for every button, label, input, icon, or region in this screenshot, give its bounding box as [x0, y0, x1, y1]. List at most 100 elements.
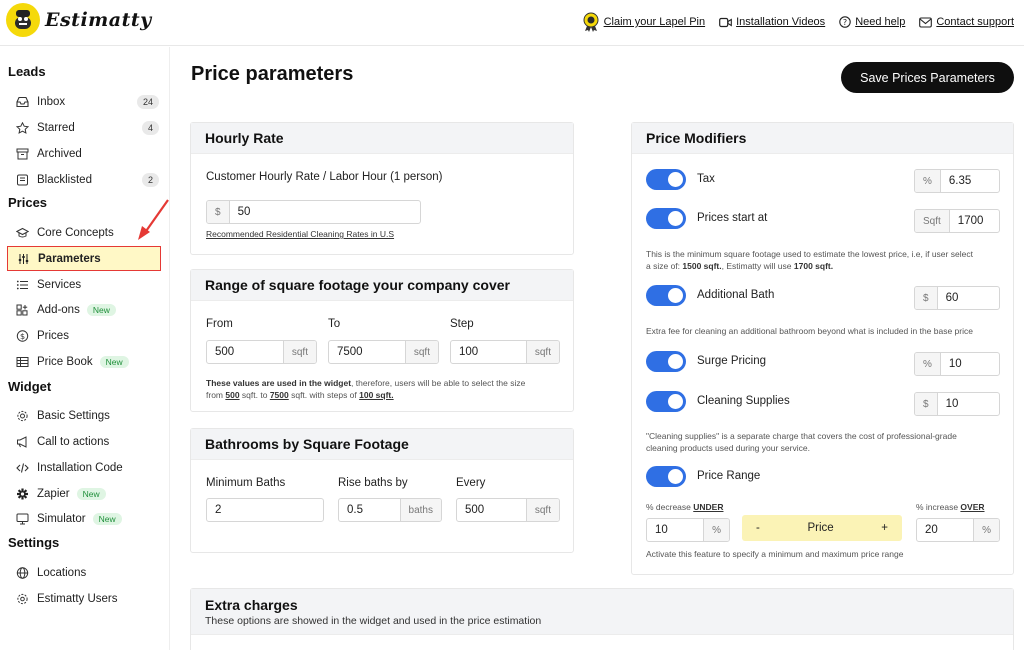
svg-text:$: $ [20, 332, 25, 341]
every-label: Every [456, 477, 486, 489]
currency-prefix: $ [207, 201, 230, 223]
blacklist-icon [17, 174, 28, 186]
price-decrease-button[interactable]: - [756, 522, 760, 534]
to-input[interactable]: 7500 sqft [328, 340, 439, 364]
price-increase-button[interactable]: + [881, 522, 888, 534]
sidebar-section-settings: Settings [8, 535, 60, 550]
step-label: Step [450, 318, 474, 330]
blacklisted-count-badge: 2 [141, 173, 159, 187]
contact-support-link[interactable]: Contact support [919, 16, 1014, 28]
sidebar-item-parameters[interactable]: Parameters [7, 246, 161, 271]
gear-icon [17, 410, 28, 422]
sidebar-section-widget: Widget [8, 379, 52, 394]
sliders-icon [18, 253, 29, 264]
sidebar-item-call-to-actions[interactable]: Call to actions [7, 430, 161, 454]
prices-start-input[interactable]: Sqft 1700 [914, 209, 1000, 233]
hourly-rate-card: Hourly Rate Customer Hourly Rate / Labor… [190, 122, 574, 255]
price-modifiers-card: Price Modifiers Tax % 6.35 Prices start … [631, 122, 1014, 575]
from-input[interactable]: 500 sqft [206, 340, 317, 364]
bathrooms-card: Bathrooms by Square Footage Minimum Bath… [190, 428, 574, 553]
surge-pricing-label: Surge Pricing [697, 355, 767, 367]
sidebar-section-leads: Leads [8, 64, 46, 79]
surge-pricing-toggle[interactable] [646, 351, 686, 372]
tax-input[interactable]: % 6.35 [914, 169, 1000, 193]
archive-icon [16, 148, 29, 160]
price-range-note: Activate this feature to specify a minim… [646, 549, 904, 559]
minimum-baths-label: Minimum Baths [206, 477, 286, 489]
hourly-rate-title: Hourly Rate [191, 123, 573, 154]
every-sqft-input[interactable]: 500 sqft [456, 498, 560, 522]
sidebar-item-simulator[interactable]: Simulator New [7, 507, 161, 531]
top-bar: Estimatty Claim your Lapel Pin Installat… [0, 0, 1024, 46]
price-range-toggle[interactable] [646, 466, 686, 487]
sidebar-item-basic-settings[interactable]: Basic Settings [7, 404, 161, 428]
hourly-rate-label: Customer Hourly Rate / Labor Hour (1 per… [206, 171, 443, 183]
range-title: Range of square footage your company cov… [191, 270, 573, 301]
rise-baths-input[interactable]: 0.5 baths [338, 498, 442, 522]
additional-bath-toggle[interactable] [646, 285, 686, 306]
sidebar-item-installation-code[interactable]: Installation Code [7, 456, 161, 480]
logo-mascot-icon [6, 3, 40, 37]
sidebar-item-inbox[interactable]: Inbox 24 [7, 90, 161, 114]
sidebar-item-services[interactable]: Services [7, 273, 161, 297]
increase-label: % increase OVER [916, 502, 985, 512]
square-footage-range-card: Range of square footage your company cov… [190, 269, 574, 412]
additional-bath-input[interactable]: $ 60 [914, 286, 1000, 310]
prices-start-toggle[interactable] [646, 208, 686, 229]
price-modifiers-title: Price Modifiers [632, 123, 1013, 154]
lapel-pin-icon [583, 12, 599, 32]
sidebar: Leads Inbox 24 Starred 4 Archived Blackl… [0, 47, 170, 650]
claim-lapel-pin-link[interactable]: Claim your Lapel Pin [582, 12, 705, 32]
sidebar-item-add-ons[interactable]: Add-ons New [7, 298, 161, 322]
list-icon [16, 280, 28, 290]
recommended-rates-link[interactable]: Recommended Residential Cleaning Rates i… [206, 229, 394, 239]
code-icon [16, 463, 29, 473]
extra-charges-card: Extra charges These options are showed i… [190, 588, 1014, 650]
graduation-cap-icon [16, 227, 29, 238]
new-badge: New [99, 356, 129, 368]
cleaning-supplies-toggle[interactable] [646, 391, 686, 412]
mail-icon [919, 16, 933, 28]
extra-charges-subtitle: These options are showed in the widget a… [205, 615, 542, 627]
sidebar-item-archived[interactable]: Archived [7, 142, 161, 166]
annotation-arrow-icon [138, 199, 169, 240]
installation-videos-link[interactable]: Installation Videos [719, 16, 825, 28]
starred-count-badge: 4 [141, 121, 159, 135]
range-note: These values are used in the widget, the… [206, 378, 526, 400]
star-icon [16, 122, 29, 134]
sidebar-item-zapier[interactable]: Zapier New [7, 482, 161, 506]
bathrooms-title: Bathrooms by Square Footage [191, 429, 573, 460]
sidebar-item-blacklisted[interactable]: Blacklisted 2 [7, 168, 161, 192]
need-help-link[interactable]: ? Need help [839, 16, 905, 28]
help-icon: ? [839, 16, 851, 28]
sidebar-item-price-book[interactable]: Price Book New [7, 350, 161, 374]
video-icon [719, 17, 732, 27]
new-badge: New [86, 304, 116, 316]
decrease-under-input[interactable]: 10 % [646, 518, 730, 542]
prices-start-label: Prices start at [697, 212, 768, 224]
sidebar-item-prices[interactable]: $ Prices [7, 324, 161, 348]
extra-charges-title: Extra charges [205, 597, 298, 613]
monitor-icon [16, 513, 29, 525]
cleaning-supplies-label: Cleaning Supplies [697, 395, 790, 407]
tax-toggle[interactable] [646, 169, 686, 190]
increase-over-input[interactable]: 20 % [916, 518, 1000, 542]
cleaning-supplies-input[interactable]: $ 10 [914, 392, 1000, 416]
sidebar-item-estimatty-users[interactable]: Estimatty Users [7, 587, 161, 611]
minimum-baths-input[interactable]: 2 [206, 498, 324, 522]
inbox-count-badge: 24 [136, 95, 159, 109]
price-range-preview: - Price + [742, 515, 902, 541]
surge-pricing-input[interactable]: % 10 [914, 352, 1000, 376]
sidebar-item-starred[interactable]: Starred 4 [7, 116, 161, 140]
step-input[interactable]: 100 sqft [450, 340, 560, 364]
megaphone-icon [17, 436, 27, 448]
globe-icon [16, 567, 29, 579]
save-prices-parameters-button[interactable]: Save Prices Parameters [841, 62, 1014, 93]
logo[interactable]: Estimatty [6, 3, 152, 37]
inbox-icon [16, 96, 29, 108]
additional-bath-label: Additional Bath [697, 289, 775, 301]
hourly-rate-input[interactable]: $ 50 [206, 200, 421, 224]
additional-bath-note: Extra fee for cleaning an additional bat… [646, 326, 973, 336]
sidebar-item-locations[interactable]: Locations [7, 561, 161, 585]
price-label: Price [807, 522, 834, 534]
